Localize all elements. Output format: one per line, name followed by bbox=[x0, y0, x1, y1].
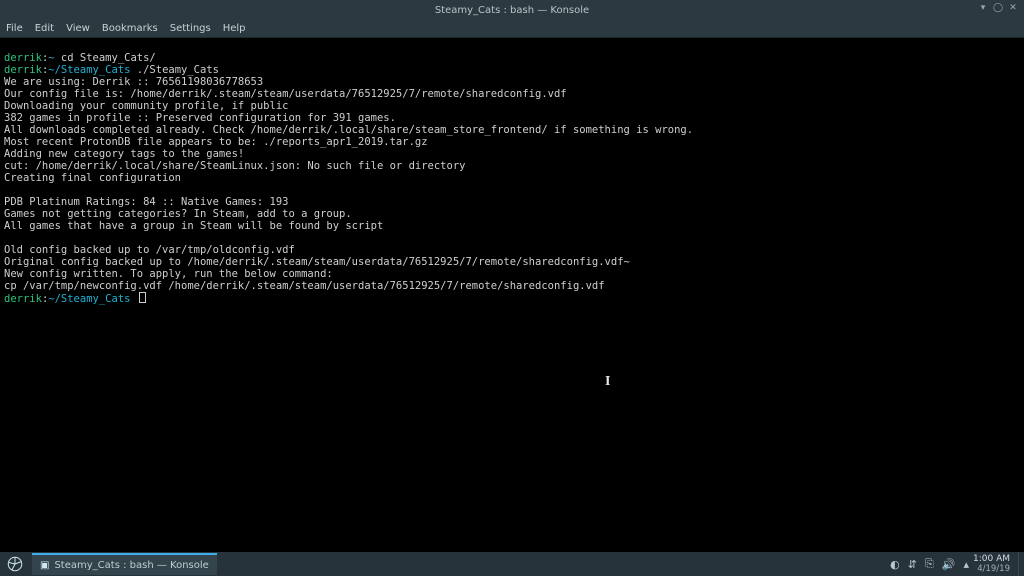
terminal-line: We are using: Derrik :: 7656119803677865… bbox=[4, 76, 263, 88]
maximize-icon[interactable]: ◯ bbox=[993, 3, 1003, 13]
taskbar-clock[interactable]: 1:00 AM 4/19/19 bbox=[973, 554, 1018, 574]
menu-bookmarks[interactable]: Bookmarks bbox=[102, 23, 158, 34]
menu-file[interactable]: File bbox=[6, 23, 23, 34]
system-tray: ◐ ⇵ ⎘ 🔊 ▴ bbox=[890, 557, 973, 571]
terminal-line: PDB Platinum Ratings: 84 :: Native Games… bbox=[4, 196, 288, 208]
terminal-line: New config written. To apply, run the be… bbox=[4, 268, 333, 280]
menu-help[interactable]: Help bbox=[223, 23, 246, 34]
prompt-user: derrik bbox=[4, 64, 42, 76]
taskbar: ▣ Steamy_Cats : bash — Konsole ◐ ⇵ ⎘ 🔊 ▴… bbox=[0, 552, 1024, 576]
taskbar-task-konsole[interactable]: ▣ Steamy_Cats : bash — Konsole bbox=[32, 553, 217, 575]
text-cursor-icon: I bbox=[605, 376, 610, 388]
terminal-line: All games that have a group in Steam wil… bbox=[4, 220, 383, 232]
menubar: File Edit View Bookmarks Settings Help bbox=[0, 20, 1024, 38]
window-controls: ▾ ◯ ✕ bbox=[978, 3, 1018, 13]
close-icon[interactable]: ✕ bbox=[1008, 3, 1018, 13]
clipboard-icon[interactable]: ⎘ bbox=[925, 557, 934, 571]
minimize-icon[interactable]: ▾ bbox=[978, 3, 988, 13]
terminal-line: Downloading your community profile, if p… bbox=[4, 100, 288, 112]
window-titlebar: Steamy_Cats : bash — Konsole ▾ ◯ ✕ bbox=[0, 0, 1024, 20]
terminal-line: Adding new category tags to the games! bbox=[4, 148, 244, 160]
prompt-cmd: cd Steamy_Cats/ bbox=[61, 52, 156, 64]
window-title: Steamy_Cats : bash — Konsole bbox=[435, 5, 589, 16]
terminal-line: cut: /home/derrik/.local/share/SteamLinu… bbox=[4, 160, 465, 172]
terminal-line: All downloads completed already. Check /… bbox=[4, 124, 693, 136]
terminal-line: Original config backed up to /home/derri… bbox=[4, 256, 630, 268]
terminal-icon: ▣ bbox=[40, 560, 49, 571]
menu-settings[interactable]: Settings bbox=[170, 23, 211, 34]
menu-edit[interactable]: Edit bbox=[35, 23, 54, 34]
terminal-line: Our config file is: /home/derrik/.steam/… bbox=[4, 88, 567, 100]
menu-view[interactable]: View bbox=[66, 23, 90, 34]
taskbar-task-label: Steamy_Cats : bash — Konsole bbox=[54, 560, 208, 571]
terminal-line: Creating final configuration bbox=[4, 172, 181, 184]
clock-time: 1:00 AM bbox=[973, 554, 1010, 564]
steam-icon[interactable]: ◐ bbox=[890, 558, 900, 571]
show-desktop-button[interactable] bbox=[1018, 552, 1024, 576]
terminal-line: Games not getting categories? In Steam, … bbox=[4, 208, 352, 220]
terminal-line: 382 games in profile :: Preserved config… bbox=[4, 112, 396, 124]
terminal-line: cp /var/tmp/newconfig.vdf /home/derrik/.… bbox=[4, 280, 605, 292]
prompt-path: ~/Steamy_Cats bbox=[48, 64, 130, 76]
volume-icon[interactable]: 🔊 bbox=[942, 558, 956, 571]
app-launcher-button[interactable] bbox=[0, 552, 30, 576]
terminal-line: Most recent ProtonDB file appears to be:… bbox=[4, 136, 428, 148]
terminal-pane[interactable]: derrik:~ cd Steamy_Cats/ derrik:~/Steamy… bbox=[0, 38, 1024, 552]
prompt-user: derrik bbox=[4, 293, 42, 305]
prompt-cmd: ./Steamy_Cats bbox=[137, 64, 219, 76]
prompt-user: derrik bbox=[4, 52, 42, 64]
terminal-line: Old config backed up to /var/tmp/oldconf… bbox=[4, 244, 295, 256]
tray-expand-icon[interactable]: ▴ bbox=[963, 558, 969, 571]
network-icon[interactable]: ⇵ bbox=[908, 558, 917, 571]
terminal-cursor bbox=[139, 292, 146, 303]
prompt-path: ~/Steamy_Cats bbox=[48, 293, 130, 305]
clock-date: 4/19/19 bbox=[973, 564, 1010, 574]
